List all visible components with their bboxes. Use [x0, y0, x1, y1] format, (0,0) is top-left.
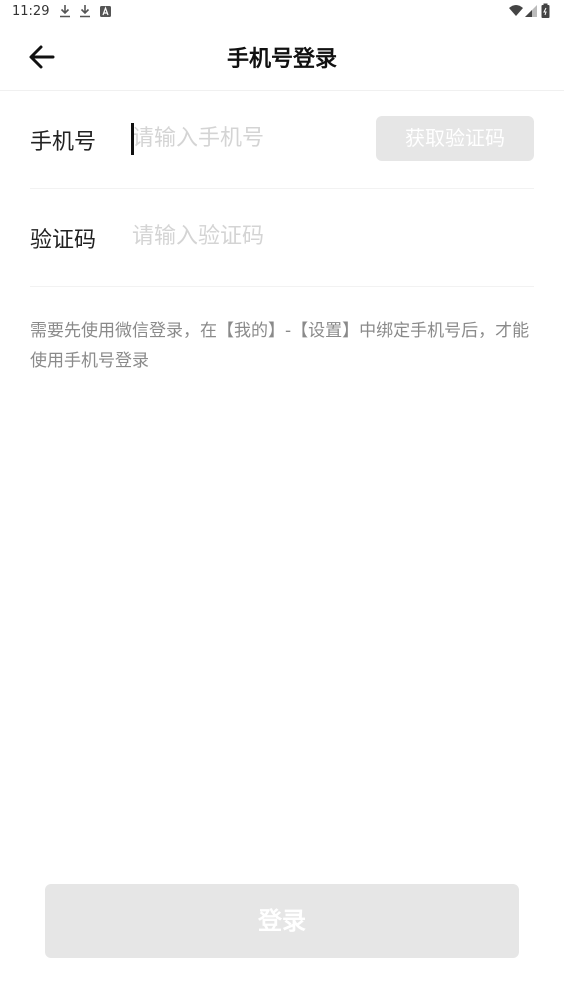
code-row: 验证码 — [30, 188, 534, 287]
download-icon — [80, 5, 90, 18]
status-time: 11:29 — [12, 4, 50, 19]
binding-hint-text: 需要先使用微信登录，在【我的】-【设置】中绑定手机号后，才能使用手机号登录 — [30, 321, 530, 371]
a-icon — [100, 6, 111, 17]
download-icon — [60, 5, 70, 18]
get-code-button[interactable]: 获取验证码 — [376, 116, 534, 161]
code-input[interactable] — [132, 216, 512, 256]
phone-row: 手机号 获取验证码 — [30, 90, 534, 189]
phone-label: 手机号 — [30, 130, 97, 155]
signal-icon — [525, 5, 537, 17]
text-cursor — [131, 123, 134, 155]
page-title: 手机号登录 — [226, 47, 337, 72]
header: 手机号登录 — [0, 24, 564, 91]
battery-icon — [541, 3, 550, 18]
login-button[interactable]: 登录 — [45, 884, 519, 958]
wifi-icon — [509, 5, 523, 16]
phone-login-screen: 11:29 手机号登录 手机号 请输入手机号 获取验证码 验证码 请输入验证码 … — [0, 0, 564, 1004]
code-label: 验证码 — [30, 228, 97, 253]
phone-input[interactable] — [132, 118, 362, 158]
status-bar: 11:29 — [0, 0, 564, 24]
